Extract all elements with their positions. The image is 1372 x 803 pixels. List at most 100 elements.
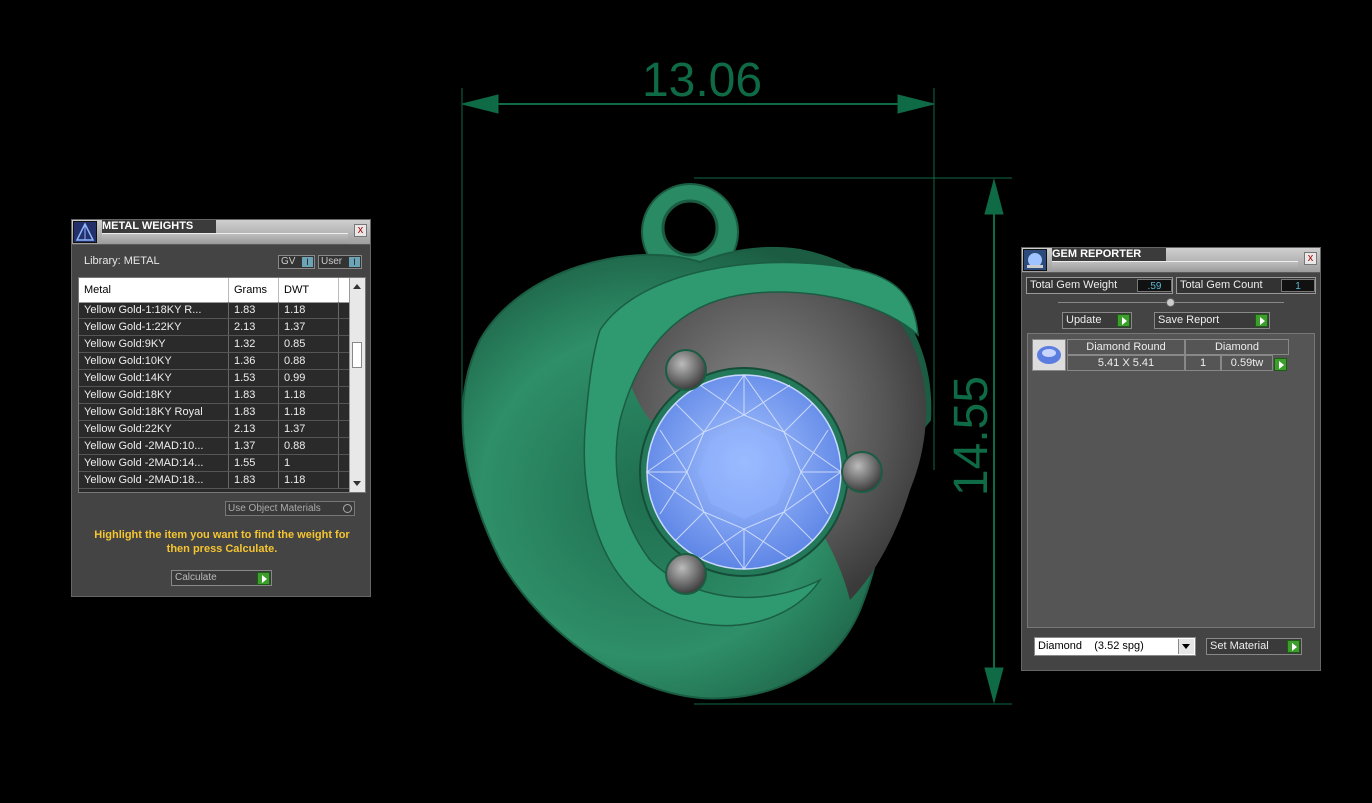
cell-metal: Yellow Gold:22KY: [79, 421, 229, 437]
dimension-width-label: 13.06: [642, 54, 762, 107]
column-header-dwt[interactable]: DWT: [279, 278, 339, 302]
metal-table[interactable]: Metal Grams DWT Yellow Gold-1:18KY R... 1…: [78, 277, 366, 493]
title-grip[interactable]: [1052, 261, 1298, 272]
title-grip[interactable]: [102, 233, 348, 244]
table-row[interactable]: Yellow Gold:14KY 1.53 0.99: [79, 370, 351, 387]
cell-grams: 1.37: [229, 438, 279, 454]
cell-dwt: 1.18: [279, 472, 339, 488]
gem-weight: 0.59tw: [1221, 355, 1273, 371]
collapse-handle-icon[interactable]: [1166, 298, 1175, 307]
gem-reporter-title: GEM REPORTER: [1052, 248, 1166, 261]
user-toggle-glyph: I: [349, 257, 360, 267]
cell-dwt: 1.18: [279, 404, 339, 420]
cell-metal: Yellow Gold -2MAD:14...: [79, 455, 229, 471]
cell-grams: 1.55: [229, 455, 279, 471]
cell-metal: Yellow Gold-1:22KY: [79, 319, 229, 335]
pendant-model[interactable]: [461, 183, 932, 700]
cell-metal: Yellow Gold:9KY: [79, 336, 229, 352]
scroll-down-icon[interactable]: [353, 481, 361, 486]
gem-shape: Diamond Round: [1067, 339, 1185, 355]
gem-count: 1: [1185, 355, 1221, 371]
material-select-value: Diamond (3.52 spg): [1038, 640, 1144, 652]
gem-row[interactable]: Diamond Round Diamond 5.41 X 5.41 1 0.59…: [1032, 339, 1291, 373]
update-button[interactable]: Update: [1062, 312, 1132, 329]
total-gem-count-label: Total Gem Count: [1180, 279, 1263, 291]
cell-grams: 2.13: [229, 421, 279, 437]
calculate-label: Calculate: [175, 572, 217, 583]
table-row[interactable]: Yellow Gold-1:22KY 2.13 1.37: [79, 319, 351, 336]
cell-grams: 2.13: [229, 319, 279, 335]
save-report-label: Save Report: [1158, 314, 1220, 326]
table-row[interactable]: Yellow Gold-1:18KY R... 1.83 1.18: [79, 302, 351, 319]
metal-weights-icon: [73, 221, 97, 243]
gem-thumbnail: [1032, 339, 1066, 371]
diamond-round-icon: [1037, 346, 1061, 364]
scroll-thumb[interactable]: [352, 342, 362, 368]
table-row[interactable]: Yellow Gold -2MAD:18... 1.83 1.18: [79, 472, 351, 489]
cell-dwt: 0.88: [279, 353, 339, 369]
gem-material: Diamond: [1185, 339, 1289, 355]
cell-grams: 1.32: [229, 336, 279, 352]
column-header-metal[interactable]: Metal: [79, 278, 229, 302]
cell-grams: 1.83: [229, 472, 279, 488]
cell-metal: Yellow Gold:14KY: [79, 370, 229, 386]
cell-metal: Yellow Gold -2MAD:10...: [79, 438, 229, 454]
metal-table-scrollbar[interactable]: [349, 278, 365, 492]
gem-reporter-titlebar[interactable]: GEM REPORTER x: [1022, 248, 1320, 273]
user-toggle[interactable]: User I: [318, 255, 362, 269]
cell-dwt: 1.37: [279, 319, 339, 335]
gv-label: GV: [281, 256, 296, 267]
cell-metal: Yellow Gold:10KY: [79, 353, 229, 369]
material-select[interactable]: Diamond (3.52 spg): [1034, 637, 1196, 656]
total-gem-count-value: 1: [1281, 279, 1315, 292]
cell-metal: Yellow Gold:18KY: [79, 387, 229, 403]
cell-metal: Yellow Gold:18KY Royal: [79, 404, 229, 420]
cell-grams: 1.83: [229, 387, 279, 403]
table-row[interactable]: Yellow Gold:22KY 2.13 1.37: [79, 421, 351, 438]
gv-toggle[interactable]: GV I: [278, 255, 315, 269]
gem-reporter-icon: [1023, 249, 1047, 271]
update-play-icon: [1117, 314, 1130, 327]
save-report-play-icon: [1255, 314, 1268, 327]
dimension-height-label: 14.55: [945, 376, 998, 496]
table-row[interactable]: Yellow Gold:18KY Royal 1.83 1.18: [79, 404, 351, 421]
column-header-grams[interactable]: Grams: [229, 278, 279, 302]
save-report-button[interactable]: Save Report: [1154, 312, 1270, 329]
use-object-materials-label: Use Object Materials: [228, 503, 321, 514]
instruction-text: Highlight the item you want to find the …: [94, 529, 350, 555]
use-object-materials-toggle[interactable]: Use Object Materials: [225, 501, 355, 516]
close-button[interactable]: x: [354, 224, 367, 237]
cell-grams: 1.83: [229, 404, 279, 420]
metal-weights-titlebar[interactable]: METAL WEIGHTS x: [72, 220, 370, 245]
metal-weights-title: METAL WEIGHTS: [102, 220, 216, 233]
gv-toggle-glyph: I: [302, 257, 313, 267]
table-row[interactable]: Yellow Gold:18KY 1.83 1.18: [79, 387, 351, 404]
calculate-play-icon: [257, 572, 270, 585]
gem-reporter-panel: GEM REPORTER x Total Gem Weight .59 Tota…: [1021, 247, 1321, 671]
cell-dwt: 1.18: [279, 387, 339, 403]
table-row[interactable]: Yellow Gold:10KY 1.36 0.88: [79, 353, 351, 370]
total-gem-weight-value: .59: [1137, 279, 1172, 292]
metal-table-header: Metal Grams DWT: [79, 278, 351, 303]
library-label: Library: METAL: [84, 255, 160, 267]
scroll-up-icon[interactable]: [353, 284, 361, 289]
calculate-button[interactable]: Calculate: [171, 570, 272, 586]
cell-grams: 1.36: [229, 353, 279, 369]
chevron-down-icon[interactable]: [1178, 639, 1194, 654]
table-row[interactable]: Yellow Gold -2MAD:10... 1.37 0.88: [79, 438, 351, 455]
table-row[interactable]: Yellow Gold -2MAD:14... 1.55 1: [79, 455, 351, 472]
cell-dwt: 1: [279, 455, 339, 471]
table-row[interactable]: Yellow Gold:9KY 1.32 0.85: [79, 336, 351, 353]
metal-weights-panel: METAL WEIGHTS x Library: METAL GV I User…: [71, 219, 371, 597]
total-gem-weight-field: Total Gem Weight .59: [1026, 277, 1173, 294]
cell-dwt: 0.88: [279, 438, 339, 454]
close-button[interactable]: x: [1304, 252, 1317, 265]
gem-list[interactable]: Diamond Round Diamond 5.41 X 5.41 1 0.59…: [1027, 333, 1315, 628]
cell-dwt: 1.18: [279, 302, 339, 318]
set-material-button[interactable]: Set Material: [1206, 638, 1302, 655]
gem-row-play-icon[interactable]: [1274, 358, 1287, 371]
set-material-play-icon: [1287, 640, 1300, 653]
table-row-partial[interactable]: [79, 489, 351, 492]
total-gem-weight-label: Total Gem Weight: [1030, 279, 1118, 291]
cell-grams: 1.53: [229, 370, 279, 386]
